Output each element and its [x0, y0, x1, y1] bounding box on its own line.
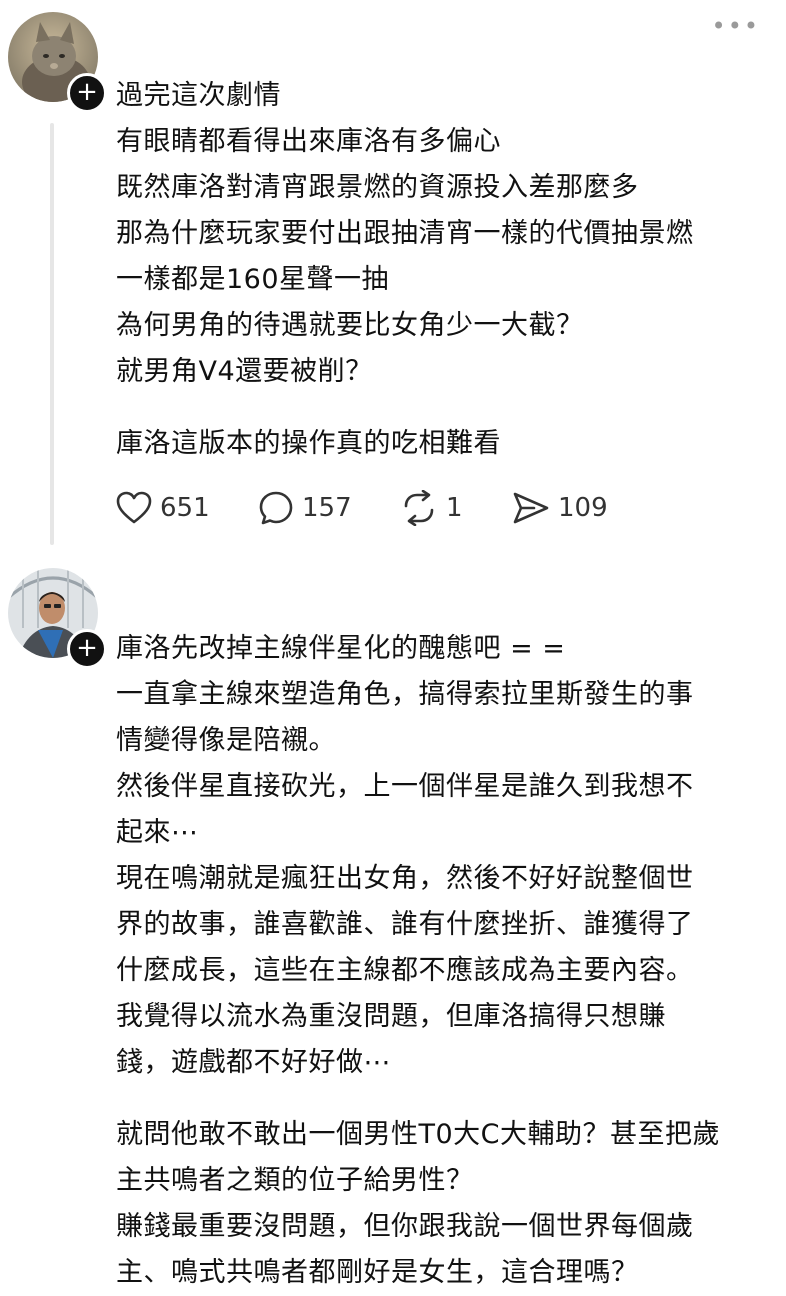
post-text-line: 錢，遊戲都不好好做⋯	[116, 1047, 391, 1078]
post-text-line: 什麼成長，這些在主線都不應該成為主要內容。	[116, 955, 694, 986]
post-text-line: 庫洛先改掉主線伴星化的醜態吧 = =	[116, 633, 566, 664]
share-button[interactable]: 109	[512, 491, 608, 525]
post-text-line: 然後伴星直接砍光，上一個伴星是誰久到我想不	[116, 771, 694, 802]
follow-button[interactable]: +	[67, 73, 107, 113]
post-actions: 651 157 1 109	[116, 486, 608, 530]
like-count: 651	[160, 493, 210, 523]
comment-count: 157	[302, 493, 352, 523]
like-button[interactable]: 651	[116, 491, 258, 525]
post-text-line: 庫洛這版本的操作真的吃相難看	[116, 428, 501, 459]
post-text-line: 就問他敢不敢出一個男性T0大C大輔助？甚至把歲	[116, 1119, 721, 1150]
post-text-line: 賺錢最重要沒問題，但你跟我說一個世界每個歲	[116, 1211, 694, 1242]
plus-icon: +	[76, 633, 98, 663]
post-text-line: 我覺得以流水為重沒問題，但庫洛搞得只想賺	[116, 1001, 666, 1032]
post-text-line: 起來⋯	[116, 817, 199, 848]
post-text-line: 現在鳴潮就是瘋狂出女角，然後不好好說整個世	[116, 863, 694, 894]
post-body: 過完這次劇情 有眼睛都看得出來庫洛有多偏心 既然庫洛對清宵跟景燃的資源投入差那麼…	[116, 73, 776, 467]
comment-icon	[259, 491, 293, 525]
post-text-line: 既然庫洛對清宵跟景燃的資源投入差那麼多	[116, 172, 639, 203]
plus-icon: +	[76, 77, 98, 107]
post-text-line: 主共鳴者之類的位子給男性？	[116, 1165, 474, 1196]
post-text-line: 一直拿主線來塑造角色，搞得索拉里斯發生的事	[116, 679, 694, 710]
send-icon	[513, 492, 549, 524]
repost-icon	[404, 490, 434, 526]
thread-post: + ••• 過完這次劇情 有眼睛都看得出來庫洛有多偏心 既然庫洛對清宵跟景燃的資…	[0, 0, 786, 560]
comment-button[interactable]: 157	[258, 490, 400, 526]
thread-post: + 庫洛先改掉主線伴星化的醜態吧 = = 一直拿主線來塑造角色，搞得索拉里斯發生…	[0, 560, 786, 1288]
post-text-line: 主、鳴式共鳴者都剛好是女生，這合理嗎？	[116, 1257, 639, 1288]
post-body: 庫洛先改掉主線伴星化的醜態吧 = = 一直拿主線來塑造角色，搞得索拉里斯發生的事…	[116, 626, 776, 1296]
post-text-line: 一樣都是160星聲一抽	[116, 264, 390, 295]
post-text-line: 那為什麼玩家要付出跟抽清宵一樣的代價抽景燃	[116, 218, 694, 249]
thread-line	[50, 123, 54, 545]
share-count: 109	[558, 493, 608, 523]
post-text-line: 情變得像是陪襯。	[116, 725, 336, 756]
heart-icon	[116, 491, 152, 524]
repost-count: 1	[446, 493, 463, 523]
post-text-line: 過完這次劇情	[116, 80, 281, 111]
repost-button[interactable]: 1	[400, 490, 512, 526]
post-text-line: 界的故事，誰喜歡誰、誰有什麼挫折、誰獲得了	[116, 909, 694, 940]
more-options-icon[interactable]: •••	[712, 14, 760, 38]
post-text-line: 為何男角的待遇就要比女角少一大截？	[116, 310, 584, 341]
post-text-line: 就男角V4還要被削？	[116, 356, 373, 387]
post-text-line: 有眼睛都看得出來庫洛有多偏心	[116, 126, 501, 157]
follow-button[interactable]: +	[67, 629, 107, 669]
